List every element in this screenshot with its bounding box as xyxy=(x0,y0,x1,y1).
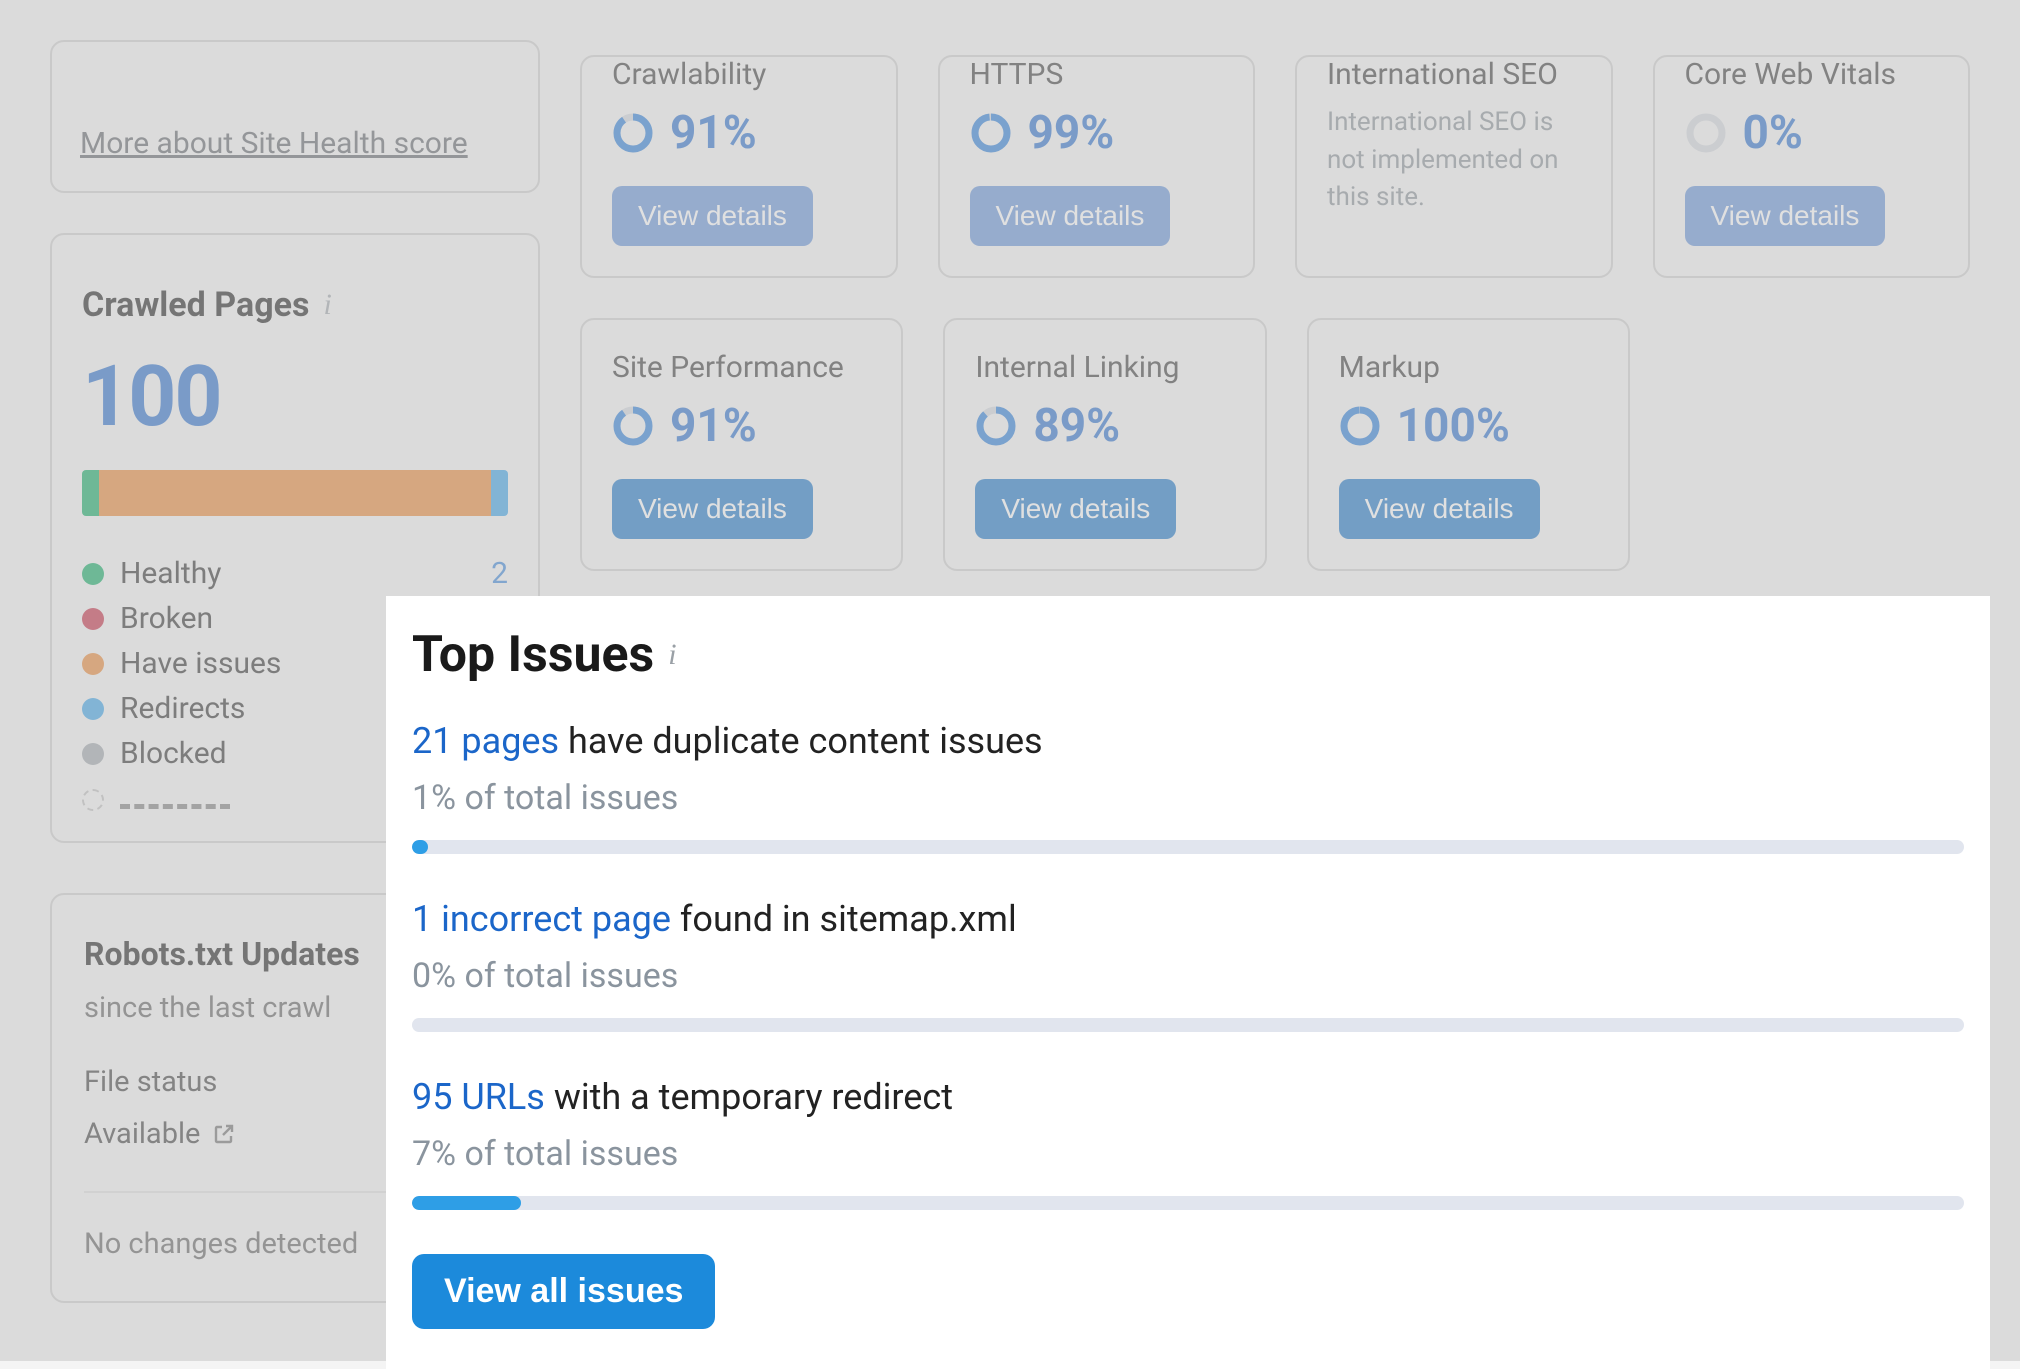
top-issues-popup: Top Issues i 21 pages have duplicate con… xyxy=(386,596,1990,1369)
crawled-pages-bar xyxy=(82,470,508,516)
issue-link[interactable]: 1 incorrect page xyxy=(412,898,671,940)
issue-text: found in sitemap.xml xyxy=(671,898,1017,940)
metric-crawlability: Crawlability 91% View details xyxy=(580,55,898,278)
donut-icon xyxy=(612,405,654,447)
issue-item[interactable]: 1 incorrect page found in sitemap.xml 0%… xyxy=(412,898,1964,1032)
view-details-button[interactable]: View details xyxy=(612,186,813,246)
metric-https: HTTPS 99% View details xyxy=(938,55,1256,278)
dot-icon xyxy=(82,653,104,675)
site-health-card: More about Site Health score xyxy=(50,40,540,193)
donut-icon xyxy=(1685,112,1727,154)
issue-progress xyxy=(412,1018,1964,1032)
donut-icon xyxy=(1339,405,1381,447)
dot-icon xyxy=(82,743,104,765)
issue-progress xyxy=(412,840,1964,854)
dot-icon xyxy=(82,563,104,585)
issue-text: with a temporary redirect xyxy=(545,1076,953,1118)
metric-site-performance: Site Performance 91% View details xyxy=(580,318,903,571)
view-details-button[interactable]: View details xyxy=(612,479,813,539)
donut-icon xyxy=(975,405,1017,447)
issue-progress-fill xyxy=(412,1196,521,1210)
top-issues-title: Top Issues xyxy=(412,626,654,684)
legend-healthy[interactable]: Healthy 2 xyxy=(82,556,508,591)
more-site-health-link[interactable]: More about Site Health score xyxy=(80,126,468,161)
issue-subtext: 7% of total issues xyxy=(412,1134,1964,1174)
legend-healthy-count: 2 xyxy=(491,556,508,591)
metric-markup: Markup 100% View details xyxy=(1307,318,1630,571)
dot-icon xyxy=(82,698,104,720)
external-link-icon[interactable] xyxy=(212,1122,236,1146)
view-details-button[interactable]: View details xyxy=(975,479,1176,539)
issue-item[interactable]: 95 URLs with a temporary redirect 7% of … xyxy=(412,1076,1964,1210)
issue-link[interactable]: 21 pages xyxy=(412,720,559,762)
view-details-button[interactable]: View details xyxy=(970,186,1171,246)
metric-international-seo: International SEO International SEO is n… xyxy=(1295,55,1613,278)
issue-progress-fill xyxy=(412,840,428,854)
issue-item[interactable]: 21 pages have duplicate content issues 1… xyxy=(412,720,1964,854)
issue-subtext: 0% of total issues xyxy=(412,956,1964,996)
info-icon[interactable]: i xyxy=(323,288,331,322)
view-all-issues-button[interactable]: View all issues xyxy=(412,1254,715,1329)
dot-icon xyxy=(82,608,104,630)
issue-text: have duplicate content issues xyxy=(559,720,1043,762)
metric-internal-linking: Internal Linking 89% View details xyxy=(943,318,1266,571)
donut-icon xyxy=(970,112,1012,154)
issue-progress xyxy=(412,1196,1964,1210)
crawled-pages-count: 100 xyxy=(82,347,508,446)
metric-core-web-vitals: Core Web Vitals 0% View details xyxy=(1653,55,1971,278)
crawled-pages-title: Crawled Pages xyxy=(82,285,309,325)
view-details-button[interactable]: View details xyxy=(1339,479,1540,539)
issue-subtext: 1% of total issues xyxy=(412,778,1964,818)
robots-status-value: Available xyxy=(84,1117,200,1151)
view-details-button[interactable]: View details xyxy=(1685,186,1886,246)
issue-link[interactable]: 95 URLs xyxy=(412,1076,545,1118)
donut-icon xyxy=(612,112,654,154)
info-icon[interactable]: i xyxy=(668,638,676,672)
